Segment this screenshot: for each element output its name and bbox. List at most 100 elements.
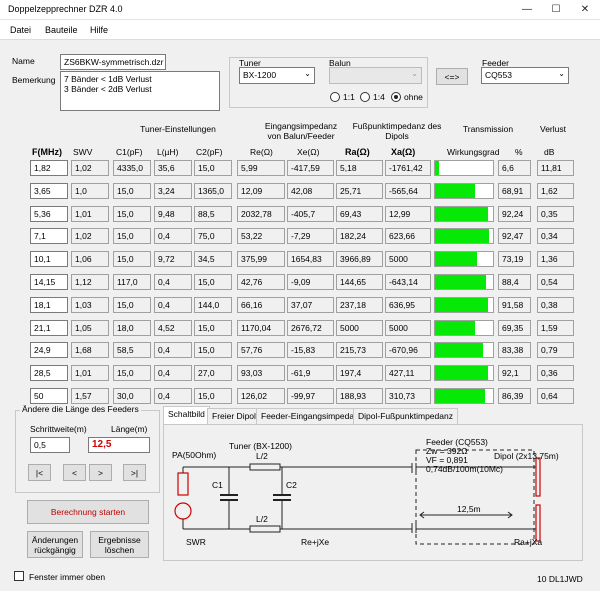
balun-radio-1-4[interactable] <box>360 92 370 102</box>
cell-pct: 6,6 <box>498 160 531 176</box>
menu-hilfe[interactable]: Hilfe <box>90 25 108 35</box>
step-input[interactable]: 0,5 <box>30 437 70 453</box>
cell-f[interactable]: 50 <box>30 388 68 404</box>
cell-ra: 69,43 <box>336 205 383 222</box>
cell-l: 0,4 <box>154 274 192 290</box>
balun-radio-ohne[interactable] <box>391 92 401 102</box>
inductor-bottom <box>249 525 281 533</box>
cell-f[interactable]: 21,1 <box>30 319 68 336</box>
col-f: F(MHz) <box>32 147 62 157</box>
cell-ra: 215,73 <box>336 342 383 359</box>
schematic-diagram: PA(50Ohm) Tuner (BX-1200) L/2 L/2 C1 C2 … <box>172 437 559 547</box>
chevron-down-icon: ⌄ <box>304 69 311 78</box>
always-on-top-checkbox[interactable] <box>14 571 24 581</box>
label-loss: 0,74dB/100m(10Mc) <box>426 464 503 474</box>
pa-source-icon <box>174 502 192 520</box>
cell-swv: 1,06 <box>71 251 109 268</box>
cell-l: 0,4 <box>154 296 192 313</box>
cell-c1: 18,0 <box>113 319 151 336</box>
cell-db: 0,79 <box>537 342 574 359</box>
menu-bauteile[interactable]: Bauteile <box>45 25 78 35</box>
menu-datei[interactable]: Datei <box>10 25 31 35</box>
col-l: L(µH) <box>157 147 179 157</box>
col-db: dB <box>544 147 555 157</box>
length-input[interactable]: 12,5 <box>88 437 150 453</box>
cell-xa: -565,64 <box>385 182 431 199</box>
cell-xa: 5000 <box>385 251 431 268</box>
cell-pct: 69,35 <box>498 319 531 336</box>
cell-f[interactable]: 5,36 <box>30 205 68 222</box>
cell-l: 0,4 <box>154 228 192 245</box>
efficiency-bar <box>434 388 494 404</box>
cell-xe: -7,29 <box>287 228 334 245</box>
label-l2-bottom: L/2 <box>256 514 268 524</box>
cell-xe: -9,09 <box>287 274 334 290</box>
cell-xe: -15,83 <box>287 342 334 359</box>
efficiency-bar <box>434 319 494 336</box>
swap-button[interactable]: <=> <box>436 68 468 85</box>
remark-textarea[interactable]: 7 Bänder < 1dB Verlust 3 Bänder < 2dB Ve… <box>60 71 220 111</box>
cell-re: 57,76 <box>237 342 285 359</box>
cell-c1: 15,0 <box>113 205 151 222</box>
balun-select[interactable]: ⌄ <box>329 67 422 84</box>
first-button[interactable]: |< <box>28 464 51 481</box>
cell-ra: 25,71 <box>336 182 383 199</box>
last-button[interactable]: >| <box>123 464 146 481</box>
minimize-icon[interactable]: — <box>512 0 542 20</box>
cell-f[interactable]: 7,1 <box>30 228 68 245</box>
cell-f[interactable]: 24,9 <box>30 342 68 359</box>
cell-db: 0,38 <box>537 296 574 313</box>
cell-c2: 144,0 <box>194 296 232 313</box>
cell-c2: 1365,0 <box>194 182 232 199</box>
cell-swv: 1,01 <box>71 205 109 222</box>
col-efficiency: Wirkungsgrad <box>447 147 500 157</box>
cell-f[interactable]: 10,1 <box>30 251 68 268</box>
efficiency-bar <box>434 251 494 268</box>
cell-f[interactable]: 18,1 <box>30 296 68 313</box>
cell-l: 35,6 <box>154 160 192 176</box>
cell-l: 4,52 <box>154 319 192 336</box>
next-button[interactable]: > <box>89 464 112 481</box>
cell-db: 1,62 <box>537 182 574 199</box>
feeder-select[interactable]: CQ553 ⌄ <box>481 67 569 84</box>
feeder-length-group-title: Ändere die Länge des Feeders <box>20 404 141 414</box>
cell-c2: 15,0 <box>194 342 232 359</box>
cell-re: 126,02 <box>237 388 285 404</box>
cell-db: 0,36 <box>537 365 574 382</box>
cell-f[interactable]: 28,5 <box>30 365 68 382</box>
close-icon[interactable]: ✕ <box>570 0 600 20</box>
name-input[interactable]: ZS6BKW-symmetrisch.dzr <box>60 54 166 70</box>
cell-pct: 86,39 <box>498 388 531 404</box>
window-title: Doppelzepprechner DZR 4.0 <box>8 4 123 14</box>
tab-dipol-fusspunktimpedanz[interactable]: Dipol-Fußpunktimpedanz <box>353 408 458 424</box>
cell-swv: 1,02 <box>71 160 109 176</box>
efficiency-bar <box>434 296 494 313</box>
prev-button[interactable]: < <box>63 464 86 481</box>
undo-changes-button[interactable]: Änderungen rückgängig <box>27 531 83 558</box>
tab-schaltbild[interactable]: Schaltbild <box>163 406 210 424</box>
start-calculation-button[interactable]: Berechnung starten <box>27 500 149 524</box>
tuner-select[interactable]: BX-1200 ⌄ <box>239 67 315 84</box>
tab-feeder-eingangsimpedanz[interactable]: Feeder-Eingangsimpedanz <box>256 408 369 424</box>
tab-freier-dipol[interactable]: Freier Dipol <box>207 408 261 424</box>
maximize-icon[interactable]: ☐ <box>541 0 571 20</box>
cell-xe: 42,08 <box>287 182 334 199</box>
cell-f[interactable]: 3,65 <box>30 182 68 199</box>
cell-f[interactable]: 14,15 <box>30 274 68 290</box>
efficiency-bar-fill <box>435 183 475 198</box>
cell-db: 1,59 <box>537 319 574 336</box>
cell-f[interactable]: 1,82 <box>30 160 68 176</box>
cell-l: 0,4 <box>154 388 192 404</box>
cell-xe: -417,59 <box>287 160 334 176</box>
cell-re: 53,22 <box>237 228 285 245</box>
cell-c2: 34,5 <box>194 251 232 268</box>
efficiency-bar-fill <box>435 275 487 289</box>
label-raxa: Ra+jXa <box>514 537 542 547</box>
balun-radio-1-1[interactable] <box>330 92 340 102</box>
dipole-lower <box>535 504 541 542</box>
clear-results-button[interactable]: Ergebnisse löschen <box>90 531 149 558</box>
cell-swv: 1,05 <box>71 319 109 336</box>
cell-c1: 4335,0 <box>113 160 151 176</box>
cell-db: 0,35 <box>537 205 574 222</box>
cell-xa: 623,66 <box>385 228 431 245</box>
